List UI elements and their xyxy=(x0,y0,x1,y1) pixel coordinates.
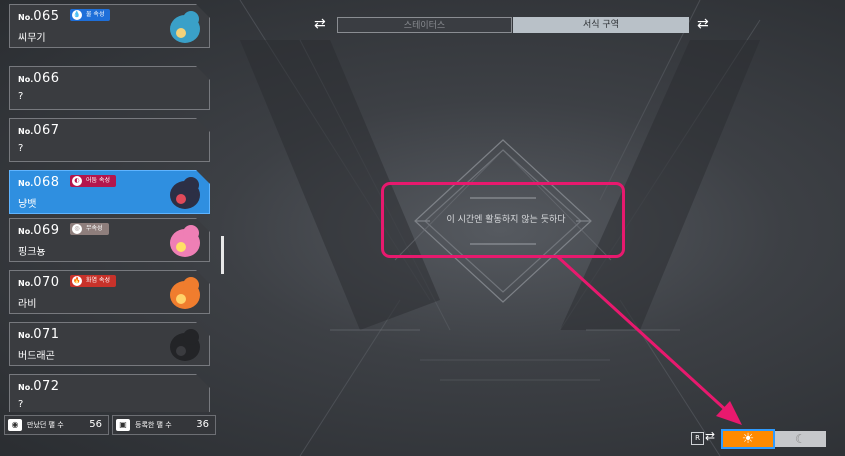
cycle-icon: ⇄ xyxy=(705,429,716,443)
sun-icon: ☀ xyxy=(741,431,755,447)
highlight-box xyxy=(381,182,625,258)
day-toggle[interactable]: ☀ xyxy=(721,429,775,449)
night-toggle[interactable]: ☾ xyxy=(775,431,826,447)
r-key-hint: R xyxy=(691,432,704,445)
moon-icon: ☾ xyxy=(795,432,806,446)
